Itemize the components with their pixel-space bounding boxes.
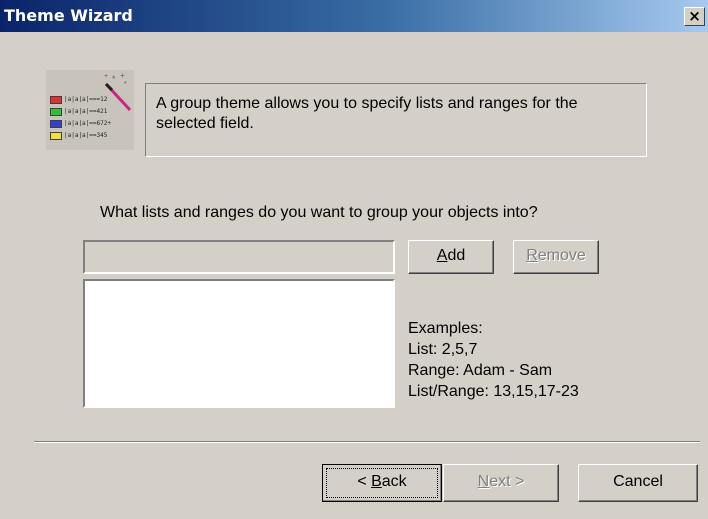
question-label: What lists and ranges do you want to gro… bbox=[100, 204, 538, 221]
theme-wizard-icon: * + + * |a|a|a|===12 |a|a|a|==421 |a|a|a… bbox=[46, 70, 134, 150]
example-range: Range: Adam - Sam bbox=[408, 362, 553, 379]
description-box: A group theme allows you to specify list… bbox=[145, 83, 647, 157]
remove-button[interactable]: Remove bbox=[513, 240, 599, 274]
next-button[interactable]: Next > bbox=[443, 464, 559, 502]
icon-row: |a|a|a|==672+ bbox=[50, 120, 111, 128]
description-line-2: selected field. bbox=[156, 115, 254, 132]
svg-text:+: + bbox=[120, 71, 125, 80]
title-bar: Theme Wizard × bbox=[0, 0, 708, 32]
example-list: List: 2,5,7 bbox=[408, 341, 478, 358]
cancel-button[interactable]: Cancel bbox=[578, 464, 698, 502]
svg-text:+: + bbox=[104, 73, 108, 80]
icon-row: |a|a|a|===12 bbox=[50, 96, 107, 104]
range-input[interactable] bbox=[83, 240, 395, 274]
icon-row: |a|a|a|==345 bbox=[50, 132, 107, 140]
icon-row: |a|a|a|==421 bbox=[50, 108, 107, 116]
example-list-range: List/Range: 13,15,17-23 bbox=[408, 383, 579, 400]
description-line-1: A group theme allows you to specify list… bbox=[156, 95, 578, 112]
svg-text:*: * bbox=[112, 74, 116, 84]
examples-panel: Examples: List: 2,5,7 Range: Adam - Sam … bbox=[408, 318, 579, 402]
examples-heading: Examples: bbox=[408, 320, 483, 337]
range-list[interactable] bbox=[83, 279, 395, 408]
separator bbox=[34, 441, 700, 443]
focus-ring bbox=[326, 468, 438, 498]
back-button[interactable]: < Back bbox=[322, 464, 442, 502]
add-button[interactable]: Add bbox=[408, 240, 494, 274]
svg-text:*: * bbox=[124, 81, 127, 88]
window-title: Theme Wizard bbox=[4, 6, 133, 25]
close-button[interactable]: × bbox=[684, 7, 705, 26]
